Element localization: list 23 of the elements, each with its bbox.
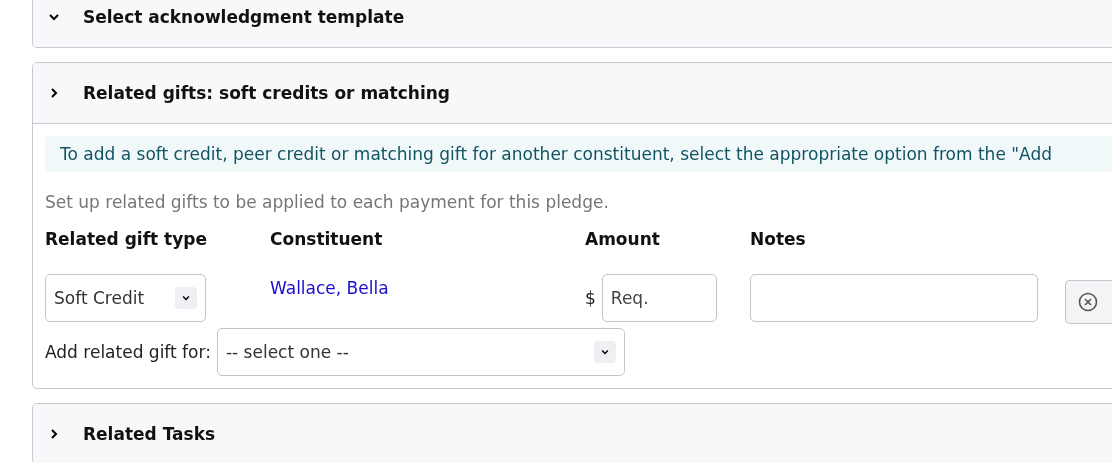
caret-icon [181,293,191,303]
section-title: Related gifts: soft credits or matching [83,83,450,103]
hint-text: Set up related gifts to be applied to each payment for this pledge. [45,192,610,212]
column-header: Notes [750,229,807,249]
column-header: Constituent [270,229,384,249]
notes-field[interactable] [750,274,1038,322]
dropdown[interactable]: Soft Credit [45,274,206,322]
info-banner: To add a soft credit, peer credit or matching gift for another constituent, select the appropriate option from the "Add [45,136,1112,172]
column-header: Amount [585,229,661,249]
close-circle-icon [1078,292,1098,312]
field-label: Add related gift for: [45,342,211,362]
section-title: Select acknowledgment template [83,7,405,27]
caret-icon [599,347,610,357]
remove-button[interactable] [1065,280,1112,324]
section-header[interactable]: Related gifts: soft credits or matching [33,63,1112,123]
currency-symbol: $ [585,288,596,308]
column-header: Related gift type [45,229,208,249]
section-header[interactable]: Select acknowledgment template [33,0,1112,47]
amount-field[interactable]: Req. [601,274,717,322]
constituent-link[interactable]: Wallace, Bella [270,278,389,298]
dropdown[interactable]: -- select one -- [216,328,625,376]
section-header[interactable]: Related Tasks [33,404,1112,463]
section-title: Related Tasks [83,424,216,444]
